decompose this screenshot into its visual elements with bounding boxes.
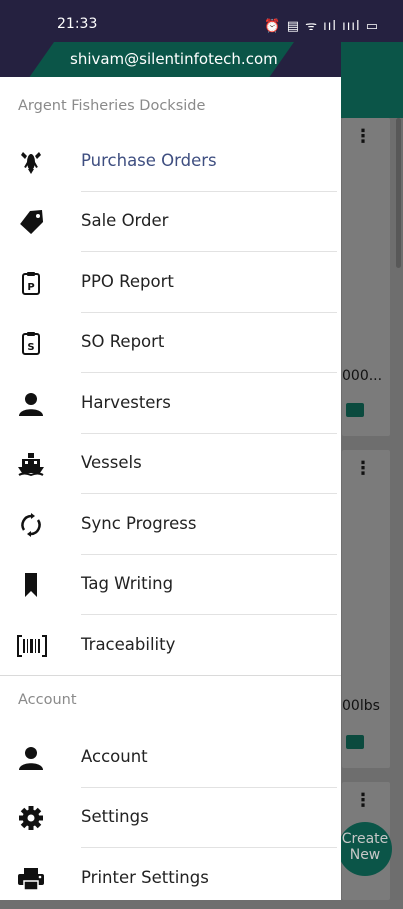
menu-item-account[interactable]: Account [0, 728, 341, 788]
menu-item-vessels[interactable]: Vessels [0, 434, 341, 494]
section-divider [0, 675, 341, 676]
more-options-icon[interactable]: ⋮ [354, 128, 372, 146]
menu-item-traceability[interactable]: Traceability [0, 616, 341, 676]
menu-item-label: Sync Progress [81, 514, 197, 533]
status-time: 21:33 [57, 16, 98, 32]
menu-item-label: Vessels [81, 453, 142, 472]
bookmark-icon [17, 573, 45, 597]
status-bar: 21:33 ⏰ ▤ ᯤ ııl ıııl ▭ [0, 0, 403, 42]
divider [81, 493, 337, 494]
user-email: shivam@silentinfotech.com [70, 50, 278, 68]
drawer-header: shivam@silentinfotech.com [0, 42, 341, 77]
background-card-text: 00lbs [342, 698, 380, 714]
person-icon [17, 746, 45, 770]
clipboard-s-icon: S [17, 331, 45, 355]
svg-text:S: S [27, 342, 34, 353]
more-options-icon[interactable]: ⋮ [354, 460, 372, 478]
divider [81, 847, 337, 848]
navigation-drawer: shivam@silentinfotech.com Argent Fisheri… [0, 42, 341, 900]
printer-icon[interactable] [346, 735, 364, 749]
gear-icon [17, 806, 45, 830]
background-card-text: 000... [342, 368, 383, 384]
account-section-label: Account [18, 692, 77, 708]
menu-item-label: Tag Writing [81, 574, 174, 593]
barcode-icon [17, 634, 47, 658]
status-icons: ⏰ ▤ ᯤ ııl ıııl ▭ [264, 19, 379, 34]
clipboard-p-icon: P [17, 271, 45, 295]
tag-icon [17, 210, 45, 234]
background-card[interactable]: ⋮ 00lbs [342, 450, 390, 768]
menu-item-harvesters[interactable]: Harvesters [0, 374, 341, 434]
menu-item-tag-writing[interactable]: Tag Writing [0, 555, 341, 615]
menu-item-label: Purchase Orders [81, 151, 217, 170]
printer-icon[interactable] [346, 403, 364, 417]
menu-item-label: Traceability [81, 635, 176, 654]
menu-item-sale-order[interactable]: Sale Order [0, 192, 341, 252]
background-scrollbar [396, 118, 401, 268]
menu-item-label: Sale Order [81, 211, 169, 230]
divider [81, 372, 337, 373]
boat-icon [17, 452, 45, 476]
menu-item-printer-settings[interactable]: Printer Settings [0, 849, 341, 909]
sync-icon [17, 513, 45, 537]
more-options-icon[interactable]: ⋮ [354, 792, 372, 810]
menu-item-label: Harvesters [81, 393, 171, 412]
create-new-label-line2: New [349, 847, 381, 863]
menu-item-settings[interactable]: Settings [0, 788, 341, 848]
menu-item-ppo-report[interactable]: P PPO Report [0, 253, 341, 313]
organization-name: Argent Fisheries Dockside [18, 98, 206, 114]
lobster-icon [17, 150, 45, 174]
divider [81, 614, 337, 615]
menu-item-so-report[interactable]: S SO Report [0, 313, 341, 373]
menu-item-purchase-orders[interactable]: Purchase Orders [0, 132, 341, 192]
menu-item-label: Settings [81, 807, 149, 826]
create-new-button[interactable]: Create New [338, 822, 392, 876]
divider [81, 251, 337, 252]
svg-text:P: P [27, 282, 34, 293]
create-new-label-line1: Create [341, 831, 389, 847]
printer-icon [17, 867, 45, 891]
menu-item-sync-progress[interactable]: Sync Progress [0, 495, 341, 555]
menu-item-label: SO Report [81, 332, 165, 351]
menu-item-label: PPO Report [81, 272, 174, 291]
background-card[interactable]: ⋮ 000... [342, 118, 390, 436]
person-icon [17, 392, 45, 416]
menu-item-label: Printer Settings [81, 868, 209, 887]
menu-item-label: Account [81, 747, 148, 766]
